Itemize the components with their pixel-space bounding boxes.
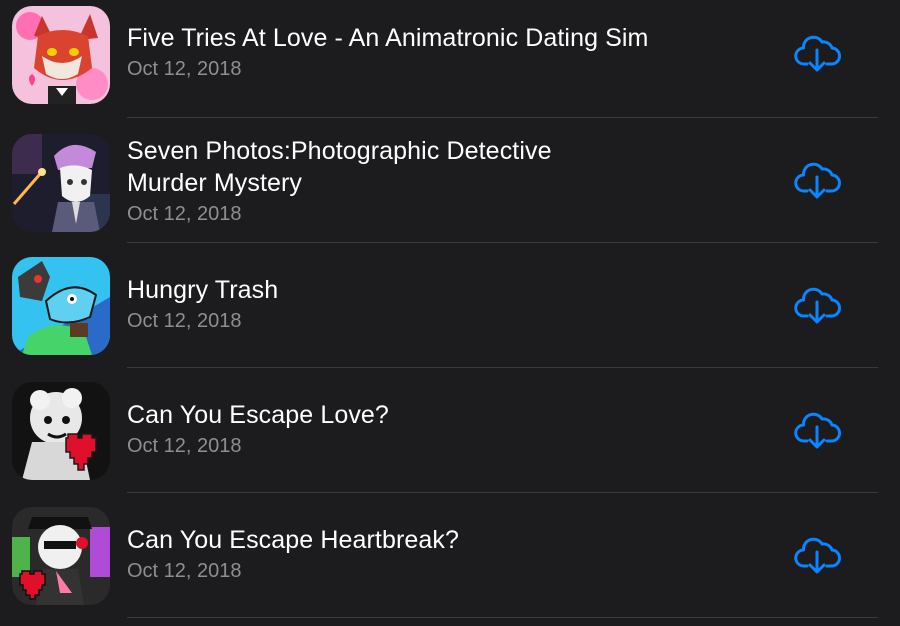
app-date: Oct 12, 2018: [127, 560, 242, 582]
sheep-broken-heart-icon: [12, 507, 110, 605]
trash-monster-icon: [12, 257, 110, 355]
cloud-download-button[interactable]: [794, 536, 842, 576]
app-row-five-tries-at-love[interactable]: Five Tries At Love - An Animatronic Dati…: [0, 0, 900, 125]
app-date: Oct 12, 2018: [127, 435, 242, 457]
cloud-download-button[interactable]: [794, 411, 842, 451]
row-separator: [127, 242, 878, 243]
cloud-download-icon: [794, 537, 841, 574]
cloud-download-button[interactable]: [794, 286, 842, 326]
app-title: Five Tries At Love - An Animatronic Dati…: [127, 24, 649, 52]
app-row-can-you-escape-love[interactable]: Can You Escape Love? Oct 12, 2018: [0, 375, 900, 500]
app-text: Can You Escape Heartbreak? Oct 12, 2018: [127, 524, 747, 584]
cloud-download-icon: [794, 162, 841, 199]
app-list: Five Tries At Love - An Animatronic Dati…: [0, 0, 900, 626]
row-separator: [127, 492, 878, 493]
sheep-heart-icon: [12, 382, 110, 480]
cloud-download-icon: [794, 412, 841, 449]
app-title: Seven Photos:Photographic Detective Murd…: [127, 137, 552, 197]
app-date: Oct 12, 2018: [127, 203, 242, 225]
row-separator: [127, 367, 878, 368]
app-text: Hungry Trash Oct 12, 2018: [127, 274, 747, 334]
cloud-download-icon: [794, 287, 841, 324]
row-separator: [127, 117, 878, 118]
cloud-download-icon: [794, 35, 841, 72]
app-row-seven-photos[interactable]: Seven Photos:Photographic Detective Murd…: [0, 125, 900, 250]
app-text: Can You Escape Love? Oct 12, 2018: [127, 399, 747, 459]
app-text: Seven Photos:Photographic Detective Murd…: [127, 135, 747, 227]
app-date: Oct 12, 2018: [127, 310, 242, 332]
app-title: Can You Escape Heartbreak?: [127, 526, 459, 554]
app-title: Hungry Trash: [127, 276, 279, 304]
cloud-download-button[interactable]: [794, 34, 842, 74]
detective-character-icon: [12, 134, 110, 232]
app-title: Can You Escape Love?: [127, 401, 389, 429]
cloud-download-button[interactable]: [794, 161, 842, 201]
fox-character-icon: [12, 6, 110, 104]
app-text: Five Tries At Love - An Animatronic Dati…: [127, 22, 747, 82]
app-row-can-you-escape-heartbreak[interactable]: Can You Escape Heartbreak? Oct 12, 2018: [0, 500, 900, 625]
app-date: Oct 12, 2018: [127, 58, 242, 80]
app-row-hungry-trash[interactable]: Hungry Trash Oct 12, 2018: [0, 250, 900, 375]
row-separator: [127, 617, 878, 618]
